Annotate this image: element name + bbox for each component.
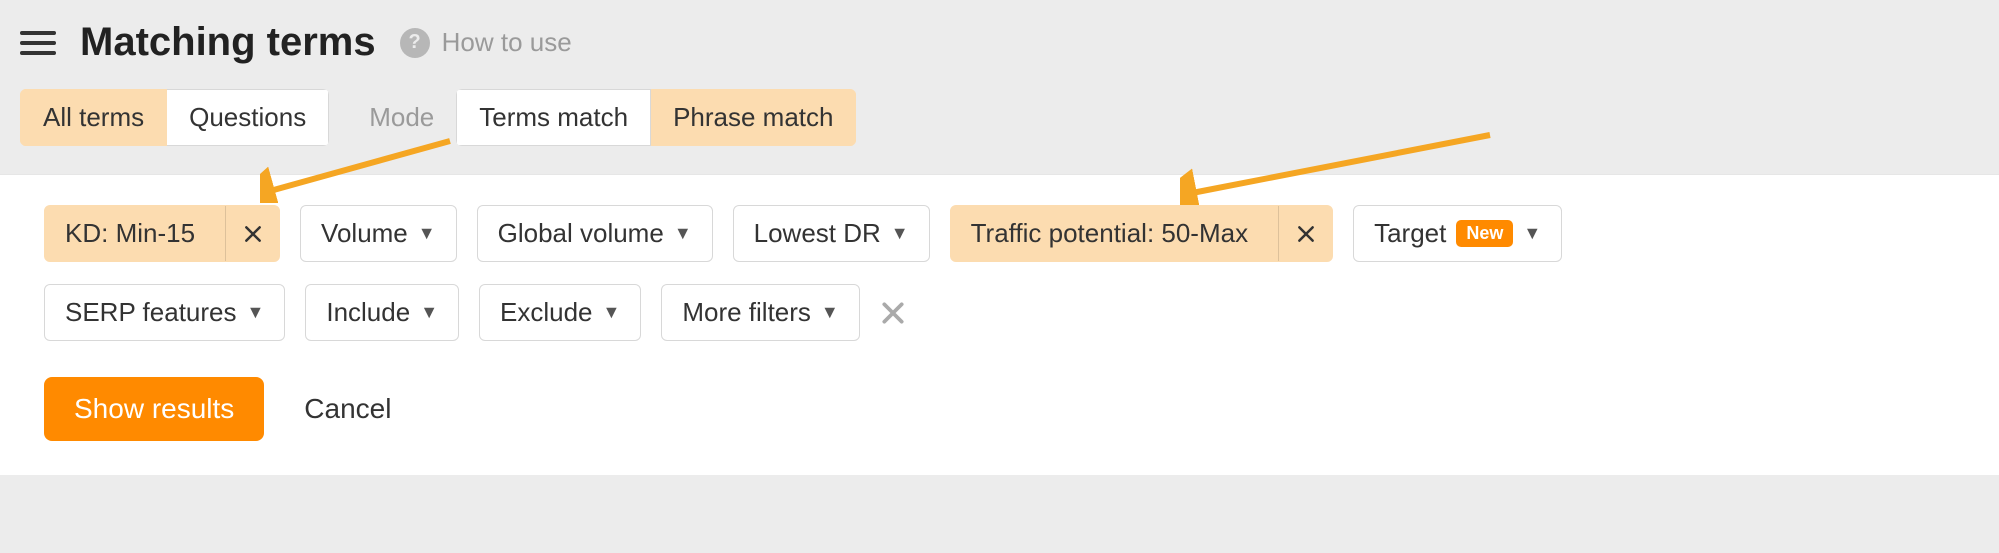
clear-all-filters-icon[interactable] [880,300,906,326]
filter-exclude[interactable]: Exclude ▼ [479,284,641,341]
tab-phrase-match[interactable]: Phrase match [651,89,856,146]
chevron-down-icon: ▼ [603,302,621,323]
tab-questions[interactable]: Questions [167,89,329,146]
filter-global-volume[interactable]: Global volume ▼ [477,205,713,262]
filters-panel: KD: Min-15 Volume ▼ Global volume ▼ Lowe… [0,174,1999,475]
cancel-button[interactable]: Cancel [304,393,391,425]
mode-label: Mode [369,102,434,133]
filter-global-volume-label: Global volume [498,218,664,249]
chevron-down-icon: ▼ [821,302,839,323]
new-badge: New [1456,220,1513,247]
filter-kd-clear-icon[interactable] [225,206,279,261]
filter-more[interactable]: More filters ▼ [661,284,859,341]
filter-include-label: Include [326,297,410,328]
filter-lowest-dr-label: Lowest DR [754,218,881,249]
show-results-button[interactable]: Show results [44,377,264,441]
filter-target[interactable]: Target New ▼ [1353,205,1562,262]
chevron-down-icon: ▼ [418,223,436,244]
tab-all-terms[interactable]: All terms [20,89,167,146]
filter-kd-label: KD: Min-15 [45,206,215,261]
filter-serp-features[interactable]: SERP features ▼ [44,284,285,341]
filter-exclude-label: Exclude [500,297,593,328]
tab-terms-match[interactable]: Terms match [456,89,651,146]
filter-lowest-dr[interactable]: Lowest DR ▼ [733,205,930,262]
filter-serp-features-label: SERP features [65,297,237,328]
filter-volume[interactable]: Volume ▼ [300,205,457,262]
chevron-down-icon: ▼ [891,223,909,244]
help-label: How to use [442,27,572,58]
chevron-down-icon: ▼ [247,302,265,323]
filter-more-label: More filters [682,297,811,328]
hamburger-menu-icon[interactable] [20,25,56,61]
how-to-use-link[interactable]: ? How to use [400,27,572,58]
filter-target-label: Target [1374,218,1446,249]
filter-kd[interactable]: KD: Min-15 [44,205,280,262]
chevron-down-icon: ▼ [1523,223,1541,244]
mode-tabs: Terms match Phrase match [456,89,856,146]
chevron-down-icon: ▼ [420,302,438,323]
filter-traffic-potential[interactable]: Traffic potential: 50-Max [950,205,1333,262]
view-tabs: All terms Questions [20,89,329,146]
page-title: Matching terms [80,20,376,65]
filter-include[interactable]: Include ▼ [305,284,459,341]
filter-traffic-potential-label: Traffic potential: 50-Max [951,206,1268,261]
filter-volume-label: Volume [321,218,408,249]
help-icon: ? [400,28,430,58]
filter-traffic-potential-clear-icon[interactable] [1278,206,1332,261]
chevron-down-icon: ▼ [674,223,692,244]
